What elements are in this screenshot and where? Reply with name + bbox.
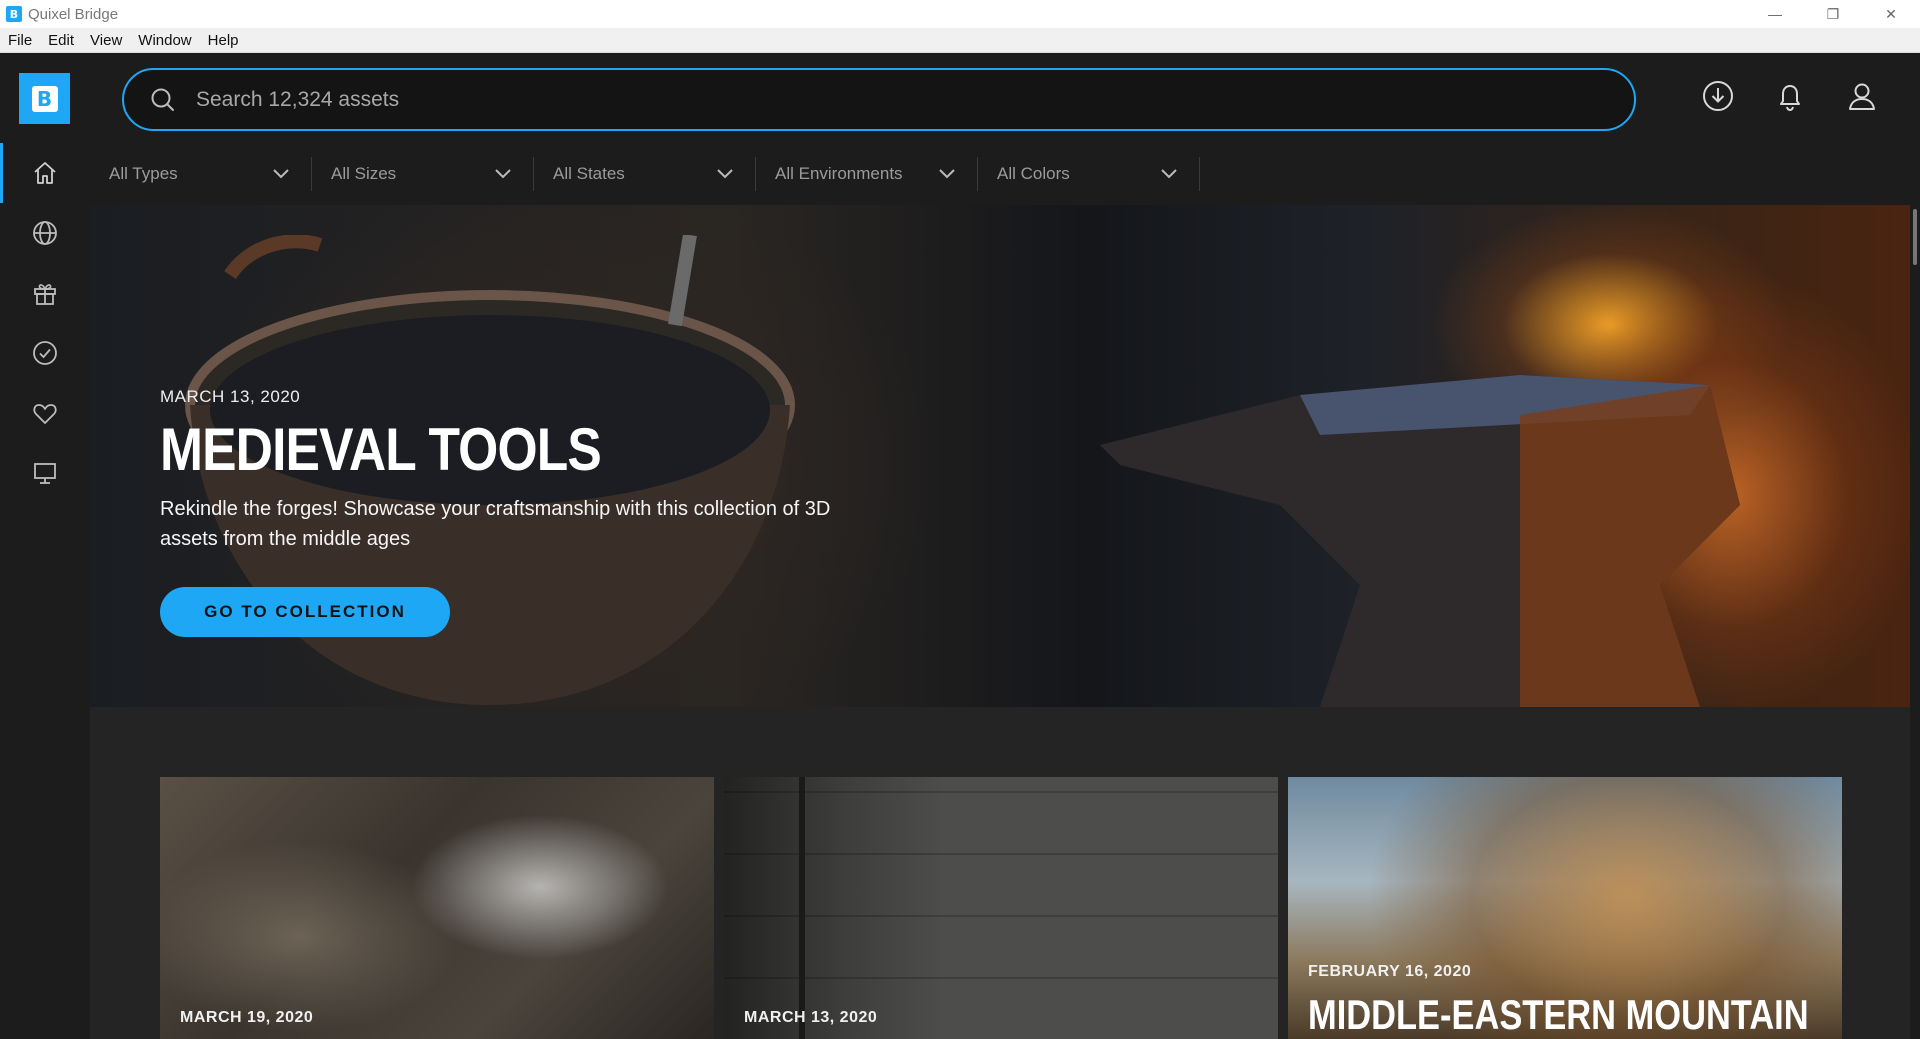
hero-date: MARCH 13, 2020 <box>160 387 301 406</box>
hero-text: MARCH 13, 2020 MEDIEVAL TOOLS Rekindle t… <box>160 387 880 554</box>
card-title: MIDDLE-EASTERN MOUNTAIN <box>1308 991 1809 1038</box>
filter-colors[interactable]: All Colors <box>978 157 1200 191</box>
anvil-image <box>1100 375 1740 707</box>
sidebar-item-explore[interactable] <box>0 203 90 263</box>
maximize-button[interactable]: ❐ <box>1804 0 1862 28</box>
card-date: MARCH 13, 2020 <box>744 1009 878 1026</box>
bridge-logo[interactable]: B <box>19 73 70 124</box>
minimize-button[interactable]: — <box>1746 0 1804 28</box>
window-controls: — ❐ ✕ <box>1746 0 1920 28</box>
heart-icon <box>33 404 57 424</box>
collection-card[interactable]: MARCH 13, 2020 <box>724 777 1278 1039</box>
chevron-down-icon <box>495 169 511 179</box>
filter-states[interactable]: All States <box>534 157 756 191</box>
hero-description: Rekindle the forges! Showcase your craft… <box>160 498 831 550</box>
menu-bar: File Edit View Window Help <box>0 28 1920 53</box>
scrollbar-thumb[interactable] <box>1913 209 1917 265</box>
filter-bar: All Types All Sizes All States All Envir… <box>90 143 1920 205</box>
window-title: Quixel Bridge <box>28 5 119 23</box>
sidebar-item-local[interactable] <box>0 443 90 503</box>
window-frame-graphic <box>799 777 805 1039</box>
collection-card[interactable]: MARCH 19, 2020 <box>160 777 714 1039</box>
filter-label: All Types <box>109 164 178 183</box>
bridge-logo-icon: B <box>31 85 58 112</box>
home-icon <box>34 162 56 184</box>
chevron-down-icon <box>717 169 733 179</box>
menu-file[interactable]: File <box>0 32 40 49</box>
check-circle-icon <box>33 341 57 365</box>
sidebar-item-home[interactable] <box>0 143 90 203</box>
go-to-collection-button[interactable]: GO TO COLLECTION <box>160 587 450 637</box>
collection-card[interactable]: FEBRUARY 16, 2020 MIDDLE-EASTERN MOUNTAI… <box>1288 777 1842 1039</box>
gift-icon <box>34 284 56 305</box>
collection-cards: MARCH 19, 2020 MARCH 13, 2020 FEBRUARY 1… <box>160 777 1850 1039</box>
scrollbar[interactable] <box>1910 205 1920 1039</box>
search-input[interactable] <box>196 87 1496 112</box>
card-date: FEBRUARY 16, 2020 <box>1308 963 1472 980</box>
filter-label: All States <box>553 164 625 183</box>
menu-view[interactable]: View <box>82 32 130 49</box>
sidebar-item-purchased[interactable] <box>0 323 90 383</box>
card-date: MARCH 19, 2020 <box>180 1009 314 1026</box>
filter-types[interactable]: All Types <box>90 157 312 191</box>
sidebar <box>0 143 90 1039</box>
sidebar-item-free[interactable] <box>0 263 90 323</box>
title-bar: B Quixel Bridge — ❐ ✕ <box>0 0 1920 28</box>
filter-label: All Environments <box>775 164 903 183</box>
chevron-down-icon <box>1161 169 1177 179</box>
menu-window[interactable]: Window <box>130 32 199 49</box>
main-content: MARCH 13, 2020 MEDIEVAL TOOLS Rekindle t… <box>90 205 1920 1039</box>
menu-help[interactable]: Help <box>200 32 247 49</box>
filter-label: All Colors <box>997 164 1070 183</box>
search-bar[interactable] <box>122 68 1636 131</box>
download-icon[interactable] <box>1700 78 1736 114</box>
app-header: B <box>0 53 1920 143</box>
chevron-down-icon <box>939 169 955 179</box>
bell-icon[interactable] <box>1772 78 1808 114</box>
search-icon <box>151 88 174 111</box>
header-actions <box>1700 78 1880 114</box>
user-icon[interactable] <box>1844 78 1880 114</box>
hero-banner[interactable]: MARCH 13, 2020 MEDIEVAL TOOLS Rekindle t… <box>90 205 1910 707</box>
monitor-icon <box>34 463 56 484</box>
sidebar-item-favorites[interactable] <box>0 383 90 443</box>
filter-environments[interactable]: All Environments <box>756 157 978 191</box>
menu-edit[interactable]: Edit <box>40 32 82 49</box>
hero-title: MEDIEVAL TOOLS <box>160 416 602 483</box>
app-icon: B <box>6 6 22 22</box>
globe-icon <box>33 221 57 245</box>
chevron-down-icon <box>273 169 289 179</box>
close-button[interactable]: ✕ <box>1862 0 1920 28</box>
filter-sizes[interactable]: All Sizes <box>312 157 534 191</box>
filter-label: All Sizes <box>331 164 397 183</box>
